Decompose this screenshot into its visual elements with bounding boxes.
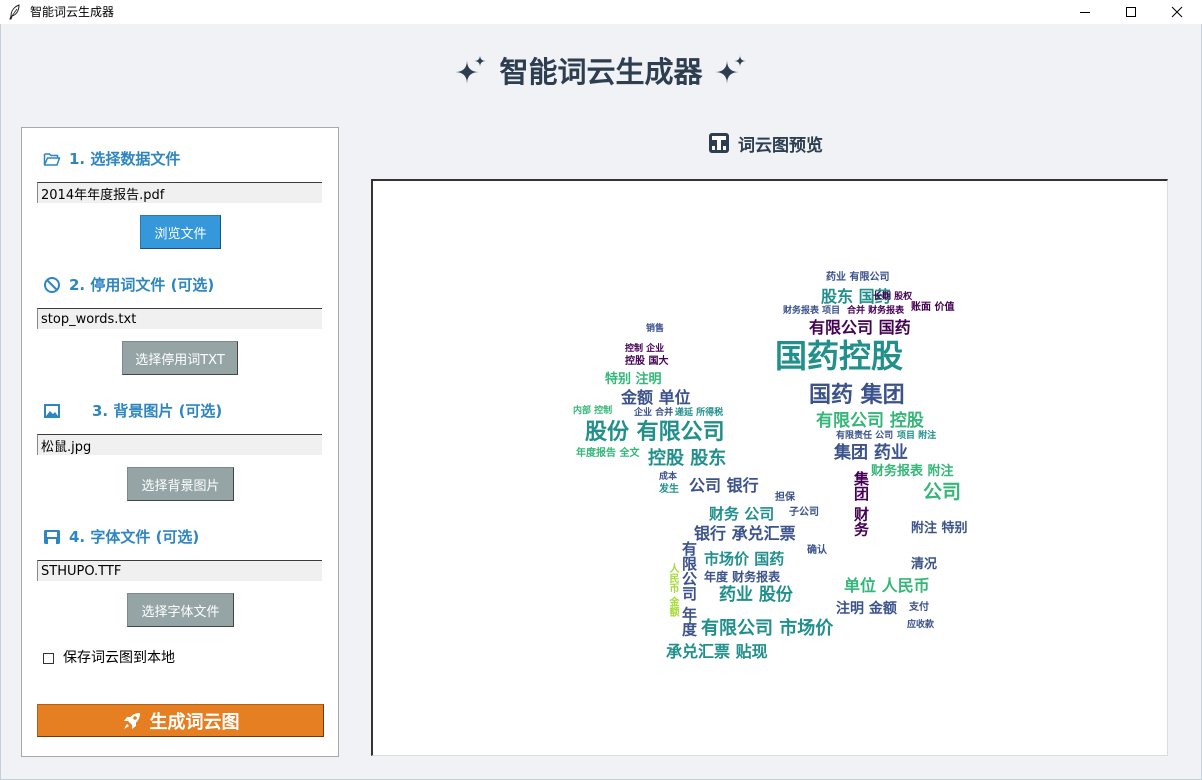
font-file-input[interactable] [37, 560, 322, 581]
generate-button-label: 生成词云图 [149, 711, 240, 733]
section-font-header: 4. 字体文件 (可选) [22, 526, 338, 548]
wordcloud-word: 内部 控制 [573, 406, 613, 416]
wordcloud-word: 年度报告 全文 [576, 448, 640, 459]
wordcloud-word: 国药 集团 [809, 383, 905, 408]
sparkles-icon [455, 55, 487, 84]
no-entry-icon [44, 277, 60, 293]
choose-stopwords-button[interactable]: 选择停用词TXT [122, 341, 238, 375]
wordcloud-word: 公司 银行 [689, 476, 759, 495]
data-file-input[interactable] [37, 182, 322, 203]
wordcloud-word: 长期 股权 [873, 292, 913, 302]
wordcloud-word: 财务报表 项目 [783, 306, 841, 316]
feather-icon [9, 4, 20, 20]
section-label: 4. 字体文件 (可选) [69, 528, 200, 546]
picture-icon [44, 404, 60, 418]
floppy-disk-icon [44, 530, 60, 544]
wordcloud-word: 企业 合并 [634, 408, 674, 418]
sparkles-icon [714, 55, 746, 84]
wordcloud-word: 应收款 [907, 620, 935, 630]
section-data-file-header: 1. 选择数据文件 [22, 148, 338, 170]
wordcloud-word: 有限责任 公司 [836, 431, 894, 441]
wordcloud-word: 集团 财务 [852, 471, 870, 537]
wordcloud-word: 控股 国大 [625, 356, 669, 367]
wordcloud-word: 单位 人民币 [844, 576, 930, 595]
maximize-icon [1126, 7, 1136, 17]
wordcloud-word: 人民币 金额 [667, 563, 678, 617]
wordcloud-word: 有限公司 国药 [809, 318, 911, 337]
wordcloud-word: 市场价 国药 [704, 550, 785, 568]
app-title-text: 智能词云生成器 [499, 55, 703, 89]
wordcloud-word: 附注 特别 [911, 521, 968, 536]
rocket-icon [123, 712, 140, 729]
wordcloud-word: 特别 注明 [605, 372, 662, 387]
wordcloud-word: 控股 股东 [648, 448, 727, 469]
save-checkbox[interactable] [43, 653, 54, 664]
wordcloud-word: 合并 财务报表 [847, 306, 905, 316]
maximize-button[interactable] [1108, 0, 1154, 24]
wordcloud-word: 财务 公司 [709, 505, 775, 523]
wordcloud-word: 控制 企业 [625, 344, 665, 354]
wordcloud-word: 发生 [659, 484, 679, 495]
wordcloud-word: 递延 所得税 [675, 408, 724, 418]
wordcloud-word: 注明 金额 [836, 601, 897, 617]
wordcloud-word: 担保 [775, 492, 795, 503]
title-bar[interactable]: 智能词云生成器 [0, 0, 1202, 24]
wordcloud-word: 集团 药业 [834, 443, 908, 463]
wordcloud-word: 承兑汇票 贴现 [666, 642, 768, 661]
wordcloud-word: 年度 财务报表 [704, 570, 781, 584]
wordcloud-word: 银行 承兑汇票 [694, 524, 796, 543]
stopwords-file-input[interactable] [37, 308, 322, 329]
section-label: 3. 背景图片 (可选) [92, 402, 223, 420]
folder-open-icon [43, 153, 61, 166]
preview-title: 词云图预览 [738, 135, 823, 156]
section-label: 1. 选择数据文件 [69, 150, 181, 168]
control-panel: 1. 选择数据文件 浏览文件 2. 停用词文件 (可选) 选择停用词TXT 3.… [21, 127, 339, 757]
save-checkbox-label[interactable]: 保存词云图到本地 [63, 649, 175, 667]
choose-background-button[interactable]: 选择背景图片 [127, 467, 234, 501]
wordcloud-word: 股份 有限公司 [585, 420, 725, 445]
app-title: 智能词云生成器 [0, 48, 1202, 92]
wordcloud-word: 金额 单位 [621, 388, 691, 407]
wordcloud-word: 成本 [659, 472, 678, 482]
wordcloud-word: 确认 [807, 545, 827, 556]
wordcloud-word: 药业 有限公司 [826, 272, 890, 283]
wordcloud-word: 财务报表 附注 [871, 464, 954, 479]
wordcloud-word: 药业 股份 [719, 585, 793, 605]
section-label: 2. 停用词文件 (可选) [69, 276, 215, 294]
wordcloud-word: 支付 [909, 602, 929, 613]
wordcloud-word: 国药控股 [775, 337, 904, 375]
wordcloud-word: 清况 [911, 557, 938, 572]
window-title: 智能词云生成器 [30, 5, 115, 19]
minimize-icon [1080, 12, 1090, 13]
section-background-header: 3. 背景图片 (可选) [22, 400, 338, 422]
close-button[interactable] [1154, 0, 1200, 24]
wordcloud-word: 销售 [646, 324, 665, 334]
wordcloud-word: 有限公司 年度 [680, 541, 698, 637]
wordcloud-word: 公司 [923, 481, 962, 503]
wordcloud-word: 账面 价值 [911, 302, 955, 313]
browse-file-button[interactable]: 浏览文件 [140, 215, 221, 249]
chart-icon [709, 133, 729, 153]
section-stopwords-header: 2. 停用词文件 (可选) [22, 274, 338, 296]
close-icon [1171, 6, 1183, 18]
wordcloud-preview: 药业 有限公司 股东 国药 长期 股权 财务报表 项目 合并 财务报表 账面 价… [371, 179, 1168, 756]
background-image-input[interactable] [37, 434, 322, 455]
preview-header: 词云图预览 [708, 131, 823, 156]
wordcloud-word: 子公司 [789, 507, 819, 518]
generate-wordcloud-button[interactable]: 生成词云图 [37, 704, 324, 737]
choose-font-button[interactable]: 选择字体文件 [127, 593, 234, 627]
wordcloud-word: 有限公司 控股 [816, 411, 924, 431]
wordcloud-word: 项目 附注 [897, 431, 937, 441]
wordcloud-word: 有限公司 市场价 [701, 618, 834, 639]
minimize-button[interactable] [1062, 0, 1108, 24]
